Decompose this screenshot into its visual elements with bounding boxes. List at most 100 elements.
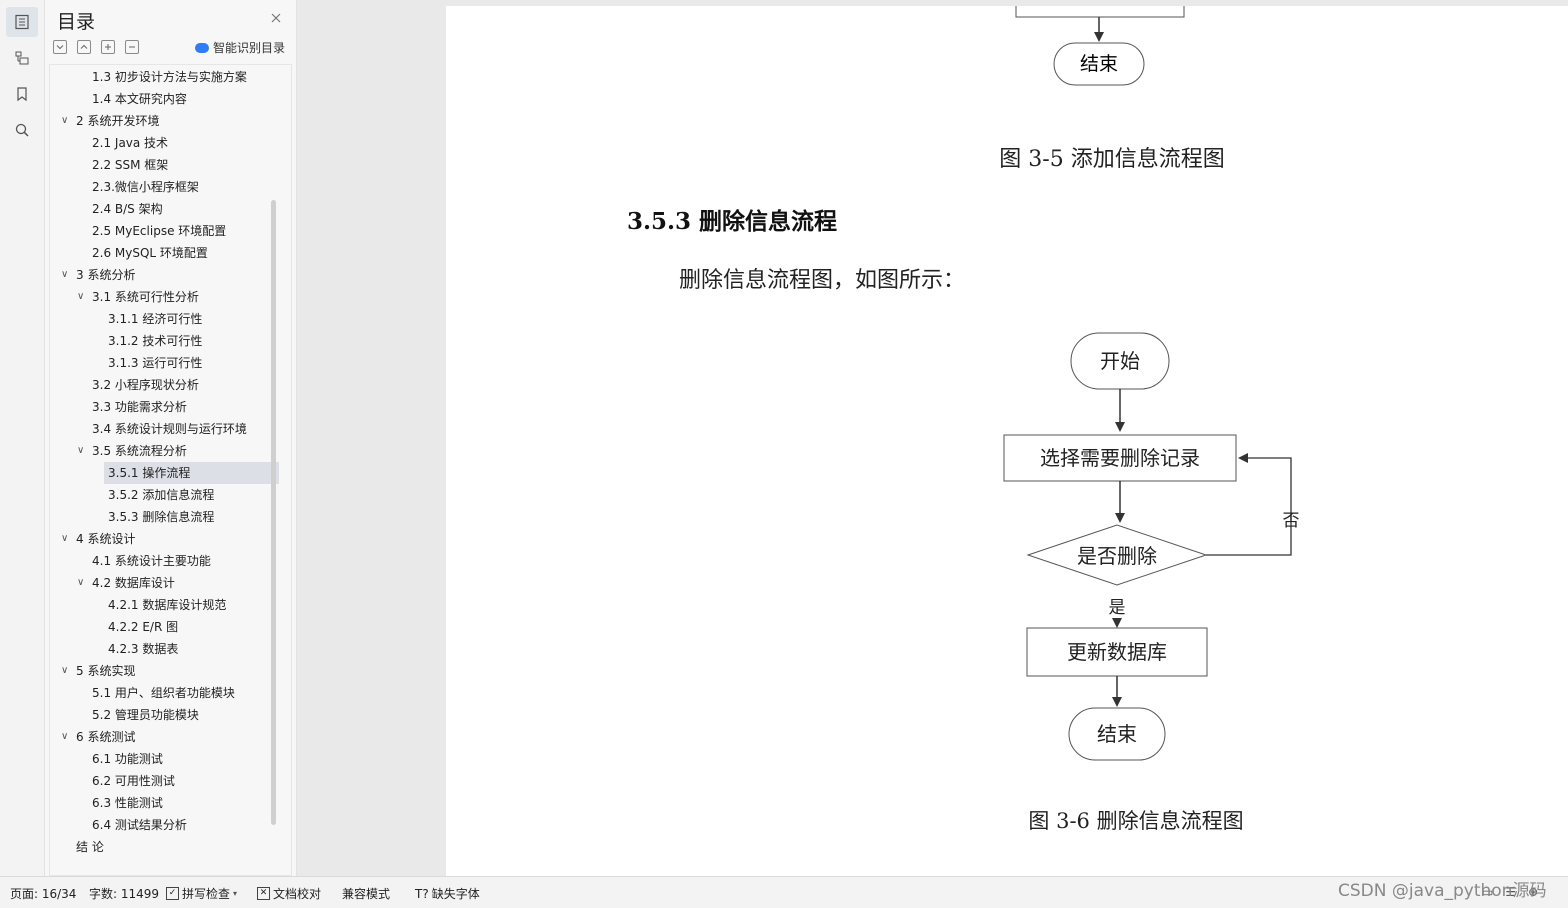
search-icon[interactable]: [6, 115, 38, 145]
toc-item[interactable]: 1.3 初步设计方法与实施方案: [92, 66, 247, 88]
toc-item-label: 2.2 SSM 框架: [92, 158, 169, 172]
toc-item-label: 5 系统实现: [76, 664, 136, 678]
toc-item[interactable]: 4.2.3 数据表: [108, 638, 178, 660]
toc-item[interactable]: ∨ 4.2 数据库设计: [77, 572, 175, 594]
left-icon-rail: [0, 0, 45, 876]
toc-item-label: 3.5 系统流程分析: [92, 444, 187, 458]
toc-item-label: 3.1.3 运行可行性: [108, 356, 203, 370]
flow-yes-label: 是: [1109, 598, 1126, 618]
toc-scrollbar[interactable]: [271, 200, 276, 825]
toc-item-label: 3.3 功能需求分析: [92, 400, 187, 414]
toc-item-label: 3.2 小程序现状分析: [92, 378, 199, 392]
font-warning-icon: T?: [415, 886, 429, 901]
toc-item[interactable]: 结 论: [76, 836, 104, 858]
compat-mode-label[interactable]: 兼容模式: [342, 885, 390, 902]
figure-3-6-caption: 图 3-6 删除信息流程图: [1028, 809, 1243, 833]
smart-toc-icon: [195, 42, 209, 53]
toc-item[interactable]: 1.4 本文研究内容: [92, 88, 187, 110]
toc-item[interactable]: 3.5.3 删除信息流程: [108, 506, 214, 528]
close-icon[interactable]: [269, 10, 283, 24]
toc-item[interactable]: 2.3.微信小程序框架: [92, 176, 199, 198]
toc-item-label: 4.2 数据库设计: [92, 576, 175, 590]
page-indicator[interactable]: 页面: 16/34: [10, 885, 76, 902]
toc-item[interactable]: 2.1 Java 技术: [92, 132, 168, 154]
toc-item-label: 3 系统分析: [76, 268, 136, 282]
collapse-all-icon[interactable]: [125, 40, 139, 54]
smart-toc-button[interactable]: 智能识别目录: [195, 39, 285, 56]
chevron-down-icon[interactable]: ∨: [61, 110, 73, 132]
toc-item[interactable]: 6.3 性能测试: [92, 792, 163, 814]
toc-item-label: 4.2.1 数据库设计规范: [108, 598, 227, 612]
toc-item[interactable]: 3.1.1 经济可行性: [108, 308, 202, 330]
chevron-down-icon[interactable]: ∨: [77, 572, 89, 594]
spell-check-button[interactable]: ✓ 拼写检查 ▾: [166, 885, 237, 902]
word-count[interactable]: 字数: 11499: [89, 885, 159, 902]
toc-item-label: 4.1 系统设计主要功能: [92, 554, 211, 568]
expand-all-icon[interactable]: [101, 40, 115, 54]
toc-item[interactable]: ∨ 6 系统测试: [61, 726, 136, 748]
toc-item[interactable]: 3.3 功能需求分析: [92, 396, 187, 418]
toc-item[interactable]: 4.2.2 E/R 图: [108, 616, 178, 638]
flow-no-label: 否: [1283, 511, 1300, 531]
proofread-icon: ✕: [257, 887, 270, 900]
toc-item[interactable]: 3.1.2 技术可行性: [108, 330, 202, 352]
toc-item[interactable]: 6.2 可用性测试: [92, 770, 175, 792]
toc-item-label: 6.2 可用性测试: [92, 774, 175, 788]
collapse-up-icon[interactable]: [77, 40, 91, 54]
proofread-button[interactable]: ✕ 文档校对: [257, 885, 321, 902]
toc-item[interactable]: 4.2.1 数据库设计规范: [108, 594, 226, 616]
toc-item[interactable]: 2.5 MyEclipse 环境配置: [92, 220, 226, 242]
page-drawing: 结束 图 3-5 添加信息流程图 3.5.3 删除信息流程 删除信息流程图，如图…: [627, 6, 1300, 833]
toc-item-label: 6 系统测试: [76, 730, 136, 744]
toc-item-label: 3.4 系统设计规则与运行环境: [92, 422, 247, 436]
chevron-down-icon[interactable]: ∨: [61, 264, 73, 286]
body-paragraph: 删除信息流程图，如图所示：: [679, 268, 965, 293]
toc-item-label: 3.5.2 添加信息流程: [108, 488, 215, 502]
chevron-down-icon[interactable]: ∨: [77, 286, 89, 308]
chevron-down-icon[interactable]: ∨: [61, 726, 73, 748]
flow-end-text: 结束: [1097, 722, 1137, 746]
toc-item[interactable]: ∨ 3.1 系统可行性分析: [77, 286, 199, 308]
toc-item[interactable]: 3.1.3 运行可行性: [108, 352, 202, 374]
toc-item-label: 6.1 功能测试: [92, 752, 163, 766]
toc-item[interactable]: 3.2 小程序现状分析: [92, 374, 199, 396]
toc-item[interactable]: 2.4 B/S 架构: [92, 198, 163, 220]
toc-item[interactable]: 6.4 测试结果分析: [92, 814, 187, 836]
toc-item-label: 2.1 Java 技术: [92, 136, 169, 150]
chevron-down-icon[interactable]: ∨: [61, 528, 73, 550]
toc-item[interactable]: 3.4 系统设计规则与运行环境: [92, 418, 247, 440]
toc-item[interactable]: 2.6 MySQL 环境配置: [92, 242, 208, 264]
toc-list: 1.3 初步设计方法与实施方案 1.4 本文研究内容 ∨ 2 系统开发环境 2.1 Ja…: [49, 64, 292, 876]
toc-item-label: 2.4 B/S 架构: [92, 202, 163, 216]
toc-item-label: 3.1 系统可行性分析: [92, 290, 199, 304]
toc-item[interactable]: 4.1 系统设计主要功能: [92, 550, 211, 572]
chevron-down-icon[interactable]: ∨: [61, 660, 73, 682]
toc-item-label: 3.1.1 经济可行性: [108, 312, 203, 326]
toc-item[interactable]: 6.1 功能测试: [92, 748, 163, 770]
toc-item[interactable]: ∨ 5 系统实现: [61, 660, 136, 682]
toc-item[interactable]: 5.1 用户、组织者功能模块: [92, 682, 235, 704]
toc-item[interactable]: ∨ 3 系统分析: [61, 264, 136, 286]
toc-item[interactable]: 3.5.2 添加信息流程: [108, 484, 214, 506]
navigation-tree-icon[interactable]: [6, 43, 38, 73]
toc-item-label: 6.4 测试结果分析: [92, 818, 187, 832]
bookmark-icon[interactable]: [6, 79, 38, 109]
watermark: CSDN @java_python源码: [1338, 881, 1547, 901]
toc-item[interactable]: 2.2 SSM 框架: [92, 154, 168, 176]
toc-item[interactable]: ∨ 3.5 系统流程分析: [77, 440, 187, 462]
chevron-down-icon[interactable]: ∨: [77, 440, 89, 462]
expand-down-icon[interactable]: [53, 40, 67, 54]
figure-3-5-caption: 图 3-5 添加信息流程图: [999, 147, 1224, 172]
toc-item[interactable]: 3.5.1 操作流程: [104, 462, 279, 484]
toc-item-label: 1.4 本文研究内容: [92, 92, 187, 106]
toc-item-label: 4.2.3 数据表: [108, 642, 179, 656]
toc-item-label: 5.1 用户、组织者功能模块: [92, 686, 235, 700]
checkbox-icon: ✓: [166, 887, 179, 900]
smart-toc-label: 智能识别目录: [213, 41, 286, 55]
missing-font-button[interactable]: T? 缺失字体: [415, 885, 480, 902]
toc-item-label: 2 系统开发环境: [76, 114, 160, 128]
toc-item[interactable]: 5.2 管理员功能模块: [92, 704, 199, 726]
toc-item[interactable]: ∨ 2 系统开发环境: [61, 110, 160, 132]
toc-item[interactable]: ∨ 4 系统设计: [61, 528, 135, 550]
toc-panel-icon[interactable]: [6, 7, 38, 37]
